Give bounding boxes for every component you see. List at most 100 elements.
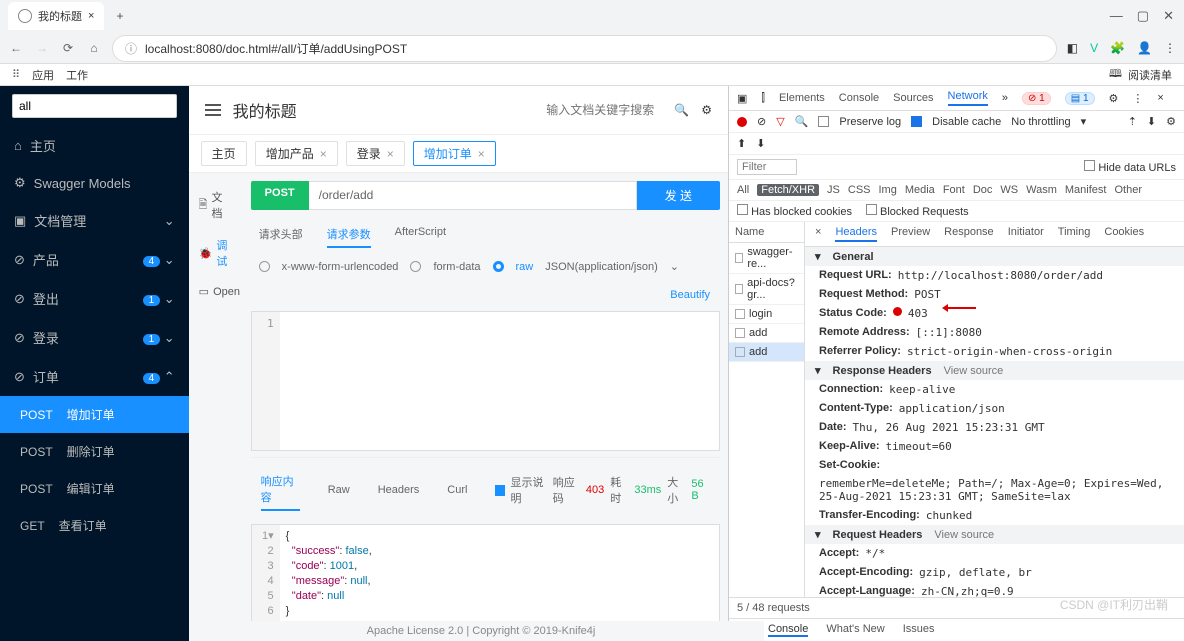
sub-view-order[interactable]: GET查看订单 [0, 507, 189, 544]
hide-urls-checkbox[interactable] [1084, 160, 1095, 171]
preserve-log-checkbox[interactable] [818, 116, 829, 127]
tab-console[interactable]: Console [839, 92, 879, 104]
close-icon[interactable]: × [478, 147, 485, 161]
request-row[interactable]: api-docs?gr... [729, 274, 804, 305]
menu-icon[interactable]: ⋮ [1164, 41, 1176, 55]
more-icon[interactable]: ⋮ [1132, 92, 1143, 105]
gear-icon[interactable]: ⚙ [1166, 115, 1176, 128]
type-js[interactable]: JS [827, 184, 840, 196]
sidebar-item-order[interactable]: ⊘订单4 ⌃ [0, 357, 189, 396]
reading-list-label[interactable]: 阅读清单 [1128, 67, 1172, 83]
type-other[interactable]: Other [1114, 184, 1142, 196]
tab-initiator[interactable]: Initiator [1008, 226, 1044, 242]
back-icon[interactable]: ← [8, 40, 24, 56]
doc-search-input[interactable] [309, 103, 663, 117]
minimize-icon[interactable]: — [1110, 8, 1123, 24]
editor-text[interactable] [280, 312, 719, 450]
profile-icon[interactable]: 👤 [1137, 41, 1152, 55]
type-wasm[interactable]: Wasm [1026, 184, 1057, 196]
blocked-requests-checkbox[interactable] [866, 204, 877, 215]
request-row[interactable]: login [729, 305, 804, 324]
tab-timing[interactable]: Timing [1058, 226, 1091, 242]
tab-req-headers[interactable]: 请求头部 [259, 222, 303, 248]
tab-headers[interactable]: Headers [835, 226, 877, 242]
view-source-link[interactable]: View source [934, 529, 994, 541]
nav-doc[interactable]: 🗎文档 [189, 181, 243, 229]
address-bar[interactable]: ⓘ localhost:8080/doc.html#/all/订单/addUsi… [112, 35, 1057, 62]
close-detail-icon[interactable]: × [815, 226, 821, 242]
tab-resp-body[interactable]: 响应内容 [261, 469, 300, 511]
drawer-whatsnew[interactable]: What's New [826, 623, 884, 637]
type-fetch[interactable]: Fetch/XHR [757, 184, 819, 196]
wifi-icon[interactable]: ⇡ [1128, 115, 1137, 128]
search-input[interactable] [12, 94, 177, 118]
type-media[interactable]: Media [905, 184, 935, 196]
tab-elements[interactable]: Elements [779, 92, 825, 104]
settings-icon[interactable]: ⚙ [701, 103, 712, 117]
tab-network[interactable]: Network [948, 90, 988, 106]
download-icon[interactable]: ⬇ [1147, 115, 1156, 128]
new-tab-button[interactable]: + [108, 9, 131, 23]
request-row[interactable]: add [729, 343, 804, 362]
drawer-issues[interactable]: Issues [903, 623, 935, 637]
type-all[interactable]: All [737, 184, 749, 196]
home-icon[interactable]: ⌂ [86, 40, 102, 56]
tab-add-product[interactable]: 增加产品× [255, 141, 338, 166]
nav-debug[interactable]: 🐞调试 [189, 229, 243, 277]
sidebar-swagger[interactable]: ⚙Swagger Models [0, 165, 189, 201]
radio-form[interactable] [259, 261, 270, 272]
menu-toggle-icon[interactable] [205, 104, 221, 116]
close-icon[interactable]: ✕ [1163, 8, 1174, 24]
type-manifest[interactable]: Manifest [1065, 184, 1107, 196]
nav-open[interactable]: ▭Open [189, 277, 243, 306]
tab-response[interactable]: Response [944, 226, 994, 242]
reload-icon[interactable]: ⟳ [60, 40, 76, 56]
browser-tab[interactable]: 我的标题 × [8, 2, 104, 30]
sidebar-item-login[interactable]: ⊘登录1 ⌄ [0, 318, 189, 357]
maximize-icon[interactable]: ▢ [1137, 8, 1149, 24]
sidebar-item-logout[interactable]: ⊘登出1 ⌄ [0, 279, 189, 318]
forward-icon[interactable]: → [34, 40, 50, 56]
tab-resp-raw[interactable]: Raw [328, 480, 350, 500]
tab-close-icon[interactable]: × [88, 10, 94, 22]
close-icon[interactable]: × [1157, 92, 1163, 104]
tab-req-params[interactable]: 请求参数 [327, 222, 371, 248]
request-row[interactable]: swagger-re... [729, 243, 804, 274]
extension-icon[interactable]: ◧ [1067, 41, 1078, 55]
sidebar-docmgr[interactable]: ▣文档管理⌄ [0, 201, 189, 240]
sub-del-order[interactable]: POST删除订单 [0, 433, 189, 470]
tab-login[interactable]: 登录× [346, 141, 405, 166]
beautify-link[interactable]: Beautify [670, 289, 710, 301]
search-icon[interactable]: 🔍 [795, 115, 809, 128]
tab-after-script[interactable]: AfterScript [395, 222, 446, 248]
response-headers-header[interactable]: ▾ Response HeadersView source [805, 361, 1184, 380]
request-body-editor[interactable]: 1 [251, 311, 720, 451]
drawer-console[interactable]: Console [768, 623, 808, 637]
filter-icon[interactable]: ▽ [776, 115, 784, 128]
more-tabs-icon[interactable]: » [1002, 92, 1008, 104]
sidebar-item-product[interactable]: ⊘产品4 ⌄ [0, 240, 189, 279]
upload-icon[interactable]: ⬆ [737, 137, 746, 150]
type-img[interactable]: Img [879, 184, 897, 196]
site-info-icon[interactable]: ⓘ [125, 40, 137, 57]
type-ws[interactable]: WS [1000, 184, 1018, 196]
close-icon[interactable]: × [387, 147, 394, 161]
type-css[interactable]: CSS [848, 184, 871, 196]
extension-icon[interactable]: V [1090, 41, 1098, 55]
disable-cache-checkbox[interactable] [911, 116, 922, 127]
tab-preview[interactable]: Preview [891, 226, 930, 242]
device-icon[interactable]: ⫿ [761, 92, 765, 105]
close-icon[interactable]: × [320, 147, 327, 161]
view-source-link[interactable]: View source [944, 365, 1004, 377]
sub-edit-order[interactable]: POST编辑订单 [0, 470, 189, 507]
download-icon[interactable]: ⬇ [756, 137, 765, 150]
error-badge[interactable]: ⊘ 1 [1022, 92, 1051, 105]
request-headers-header[interactable]: ▾ Request HeadersView source [805, 525, 1184, 544]
send-button[interactable]: 发 送 [637, 181, 720, 210]
type-font[interactable]: Font [943, 184, 965, 196]
sub-add-order[interactable]: POST增加订单 [0, 396, 189, 433]
request-row[interactable]: add [729, 324, 804, 343]
extension-icon[interactable]: 🧩 [1110, 41, 1125, 55]
tab-resp-headers[interactable]: Headers [378, 480, 420, 500]
tab-sources[interactable]: Sources [893, 92, 933, 104]
